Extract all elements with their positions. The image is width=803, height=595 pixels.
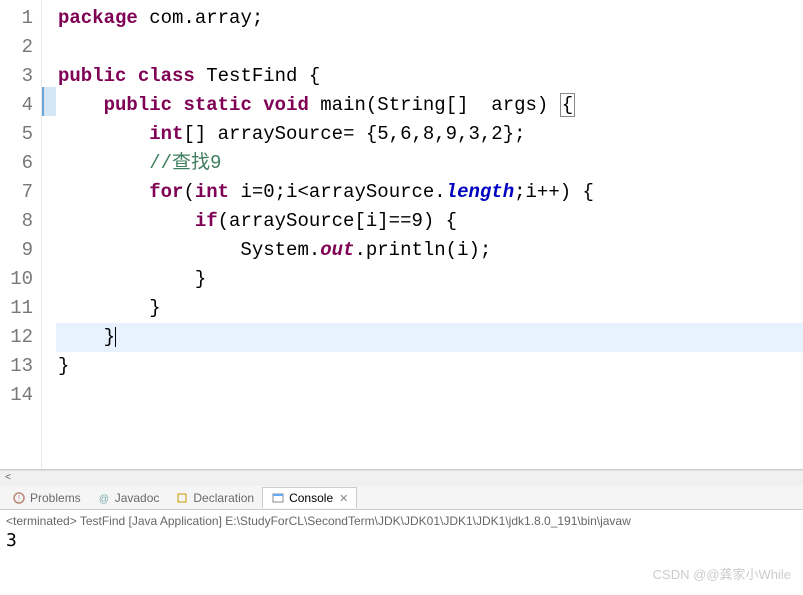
console-panel: <terminated> TestFind [Java Application]… [0,510,803,555]
line-number: 12 [0,323,33,352]
console-output: 3 [6,530,797,551]
tab-javadoc[interactable]: @ Javadoc [89,488,168,508]
code-line[interactable]: public static void main(String[] args) { [56,91,803,120]
margin-marker[interactable] [42,290,56,319]
line-number: 7 [0,178,33,207]
code-line[interactable]: for(int i=0;i<arraySource.length;i++) { [56,178,803,207]
svg-text:!: ! [18,494,20,503]
line-number: 14 [0,381,33,410]
line-number: 11 [0,294,33,323]
code-line[interactable]: package com.array; [56,4,803,33]
scroll-left-icon[interactable]: < [0,471,16,487]
code-line[interactable]: System.out.println(i); [56,236,803,265]
tab-console[interactable]: Console ✕ [262,487,357,508]
tab-label: Problems [30,491,81,505]
svg-text:@: @ [99,494,109,504]
code-editor[interactable]: 1234567891011121314 package com.array;pu… [0,0,803,470]
tab-label: Declaration [193,491,254,505]
tab-problems[interactable]: ! Problems [4,488,89,508]
tab-label: Console [289,491,333,505]
text-cursor [115,327,116,347]
line-number: 1 [0,4,33,33]
code-line[interactable]: //查找9 [56,149,803,178]
margin-marker[interactable] [42,203,56,232]
code-line[interactable] [56,381,803,410]
line-number: 4 [0,91,33,120]
code-line[interactable]: } [56,294,803,323]
problems-icon: ! [12,491,26,505]
margin-marker[interactable] [42,145,56,174]
line-number-gutter: 1234567891011121314 [0,0,42,469]
margin-marker[interactable] [42,29,56,58]
line-number: 5 [0,120,33,149]
code-line[interactable]: } [56,265,803,294]
line-number: 9 [0,236,33,265]
tab-declaration[interactable]: Declaration [167,488,262,508]
margin-marker[interactable] [42,261,56,290]
console-icon [271,491,285,505]
line-number: 8 [0,207,33,236]
margin-marker[interactable] [42,174,56,203]
declaration-icon [175,491,189,505]
code-line[interactable]: } [56,352,803,381]
margin-marker[interactable] [42,319,56,348]
margin-marker[interactable] [42,232,56,261]
horizontal-scrollbar[interactable]: < [0,470,803,486]
line-number: 10 [0,265,33,294]
close-icon[interactable]: ✕ [339,492,348,505]
line-number: 13 [0,352,33,381]
console-status: <terminated> TestFind [Java Application]… [6,514,797,528]
breakpoint-margin[interactable] [42,0,56,469]
code-line[interactable]: } [56,323,803,352]
code-line[interactable]: int[] arraySource= {5,6,8,9,3,2}; [56,120,803,149]
line-number: 2 [0,33,33,62]
margin-marker[interactable] [42,87,56,116]
javadoc-icon: @ [97,491,111,505]
margin-marker[interactable] [42,377,56,406]
margin-marker[interactable] [42,0,56,29]
code-line[interactable] [56,33,803,62]
watermark: CSDN @@龚家小While [653,564,791,583]
bottom-panel-tabs: ! Problems @ Javadoc Declaration Console… [0,486,803,510]
margin-marker[interactable] [42,116,56,145]
tab-label: Javadoc [115,491,160,505]
line-number: 3 [0,62,33,91]
code-line[interactable]: public class TestFind { [56,62,803,91]
code-area[interactable]: package com.array; public class TestFind … [56,0,803,469]
line-number: 6 [0,149,33,178]
margin-marker[interactable] [42,58,56,87]
margin-marker[interactable] [42,348,56,377]
code-line[interactable]: if(arraySource[i]==9) { [56,207,803,236]
